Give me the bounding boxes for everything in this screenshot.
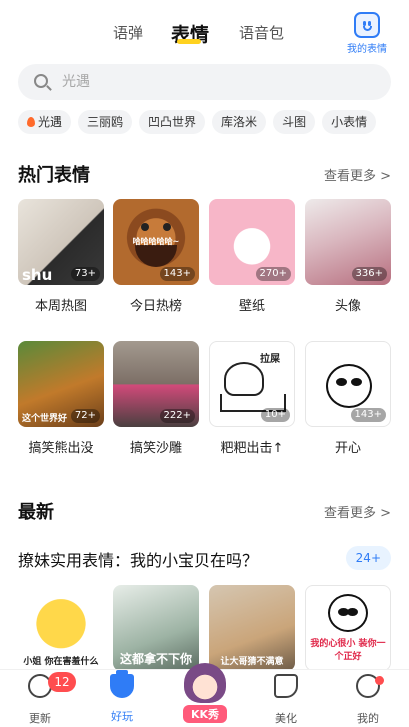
- tile-thumbnail: 拉屎 10+: [209, 341, 295, 427]
- nav-beauty[interactable]: 美化: [256, 674, 316, 726]
- tile-thumbnail: 270+: [209, 199, 295, 285]
- hot-more-link[interactable]: 查看更多 >: [324, 165, 391, 184]
- latest-item[interactable]: 小姐 你在害羞什么: [18, 585, 104, 671]
- latest-item[interactable]: 我的心很小 装你一个正好: [305, 585, 391, 671]
- chip-guangyu[interactable]: 光遇: [18, 110, 72, 134]
- latest-more-link[interactable]: 查看更多 >: [324, 502, 391, 521]
- latest-item[interactable]: 这都拿不下你: [113, 585, 199, 671]
- latest-item[interactable]: 让大哥猜不满意: [209, 585, 295, 671]
- chip-doutu[interactable]: 斗图: [273, 110, 316, 134]
- cat-doodle-icon: [224, 362, 264, 396]
- top-tab-bar: 语弹 表情 语音包 我的表情: [0, 0, 409, 60]
- tile-count-badge: 143+: [350, 408, 386, 422]
- panda-face-icon: [326, 364, 372, 408]
- tile-caption: 哈哈哈哈哈~: [132, 237, 180, 246]
- hot-tile-weekly[interactable]: shu 73+ 本周热图: [18, 199, 104, 314]
- hot-section-title: 热门表情: [18, 165, 90, 186]
- panda-face-icon: [328, 594, 368, 632]
- tile-count-badge: 10+: [260, 408, 290, 422]
- tile-caption: 拉屎: [260, 354, 280, 365]
- chip-xiaobiaoqing[interactable]: 小表情: [322, 110, 377, 134]
- tag-chip-row: 光遇 三丽鸥 凹凸世界 库洛米 斗图 小表情: [18, 110, 409, 134]
- tile-thumbnail: 336+: [305, 199, 391, 285]
- fire-icon: [27, 117, 35, 127]
- nav-me[interactable]: 我的: [338, 674, 398, 726]
- notification-dot: [375, 676, 384, 685]
- tile-count-badge: 73+: [70, 267, 100, 281]
- kk-show-label: KK秀: [182, 705, 228, 723]
- search-input[interactable]: [62, 70, 362, 94]
- tile-count-badge: 222+: [159, 409, 195, 423]
- chip-aotu[interactable]: 凹凸世界: [139, 110, 206, 134]
- latest-caption: 我的心很小 装你一个正好: [310, 639, 386, 662]
- nav-update[interactable]: 12 更新: [10, 672, 76, 726]
- my-emoji-button[interactable]: 我的表情: [343, 12, 391, 55]
- tile-name: 开心: [334, 441, 361, 456]
- collection-title[interactable]: 撩妹实用表情：我的小宝贝在吗？: [18, 547, 258, 571]
- emoji-face-icon: [354, 12, 380, 38]
- tile-name: 粑粑出击↑: [220, 441, 284, 456]
- hot-tile-funny[interactable]: 222+ 搞笑沙雕: [113, 341, 199, 456]
- kk-avatar: [184, 663, 226, 703]
- collection-count-badge: 24+: [345, 546, 391, 570]
- update-count-badge: 12: [48, 672, 76, 692]
- search-icon: [34, 74, 48, 88]
- latest-caption: 小姐 你在害羞什么: [23, 657, 99, 667]
- potion-icon: [110, 670, 134, 698]
- tile-name: 今日热榜: [129, 299, 182, 314]
- hot-tile-happy[interactable]: 143+ 开心: [305, 341, 391, 456]
- search-bar[interactable]: [18, 64, 391, 100]
- nav-label: 好玩: [111, 710, 133, 723]
- hot-tile-wallpaper[interactable]: 270+ 壁纸: [209, 199, 295, 314]
- brush-icon: [274, 674, 298, 698]
- hot-tile-avatar[interactable]: 336+ 头像: [305, 199, 391, 314]
- hot-tile-bear[interactable]: 这个世界好 72+ 搞笑熊出没: [18, 341, 104, 456]
- chip-kuromi[interactable]: 库洛米: [212, 110, 267, 134]
- tile-count-badge: 72+: [70, 409, 100, 423]
- tile-name: 本周热图: [34, 299, 87, 314]
- tile-name: 壁纸: [238, 299, 265, 314]
- tile-thumbnail: 这个世界好 72+: [18, 341, 104, 427]
- hot-tile-poop[interactable]: 拉屎 10+ 粑粑出击↑: [209, 341, 295, 456]
- nav-label: 更新: [29, 712, 51, 725]
- nav-label: 我的: [357, 712, 379, 725]
- nav-fun[interactable]: 好玩: [92, 670, 152, 724]
- tile-thumbnail: 222+: [113, 341, 199, 427]
- my-emoji-label: 我的表情: [347, 44, 387, 55]
- tile-thumbnail: 哈哈哈哈哈~ 143+: [113, 199, 199, 285]
- chip-sanliou[interactable]: 三丽鸥: [78, 110, 133, 134]
- tile-name: 搞笑熊出没: [28, 441, 94, 456]
- tile-thumbnail: 143+: [305, 341, 391, 427]
- tab-yudan[interactable]: 语弹: [113, 22, 143, 43]
- tile-count-badge: 270+: [255, 267, 291, 281]
- nav-label: 美化: [275, 712, 297, 725]
- active-tab-underline: [177, 39, 201, 44]
- tile-name: 搞笑沙雕: [129, 441, 182, 456]
- latest-section-title: 最新: [18, 502, 54, 523]
- tile-count-badge: 143+: [159, 267, 195, 281]
- tile-count-badge: 336+: [351, 267, 387, 281]
- tab-yuyinbao[interactable]: 语音包: [239, 22, 284, 43]
- nav-kk-show[interactable]: KK秀: [180, 663, 230, 723]
- tile-thumbnail: shu 73+: [18, 199, 104, 285]
- hot-tile-today[interactable]: 哈哈哈哈哈~ 143+ 今日热榜: [113, 199, 199, 314]
- tile-name: 头像: [334, 299, 361, 314]
